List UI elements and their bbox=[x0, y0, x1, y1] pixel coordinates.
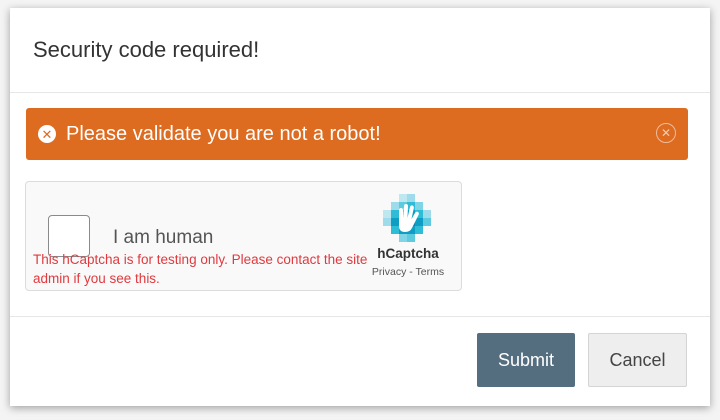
close-circle-icon[interactable]: ✕ bbox=[656, 123, 676, 143]
hcaptcha-brand: hCaptcha bbox=[377, 246, 439, 261]
submit-button[interactable]: Submit bbox=[477, 333, 575, 387]
modal-header: Security code required! bbox=[10, 8, 710, 93]
link-separator: - bbox=[406, 266, 416, 278]
modal-footer: Submit Cancel bbox=[10, 316, 710, 407]
privacy-link[interactable]: Privacy bbox=[372, 266, 406, 278]
hcaptcha-widget: I am human This hCaptcha is for testing … bbox=[25, 181, 462, 291]
captcha-links: Privacy - Terms bbox=[366, 266, 450, 278]
alert-message: Please validate you are not a robot! bbox=[66, 122, 381, 145]
modal-title: Security code required! bbox=[33, 37, 260, 62]
security-code-modal: Security code required! ✕ Please validat… bbox=[10, 8, 710, 406]
cancel-button[interactable]: Cancel bbox=[588, 333, 687, 387]
error-alert: ✕ Please validate you are not a robot! ✕ bbox=[26, 108, 688, 160]
terms-link[interactable]: Terms bbox=[416, 266, 445, 278]
captcha-test-warning: This hCaptcha is for testing only. Pleas… bbox=[33, 252, 368, 286]
error-circle-icon: ✕ bbox=[38, 125, 56, 143]
captcha-checkbox-label: I am human bbox=[113, 227, 214, 248]
hcaptcha-logo-icon bbox=[383, 194, 431, 242]
